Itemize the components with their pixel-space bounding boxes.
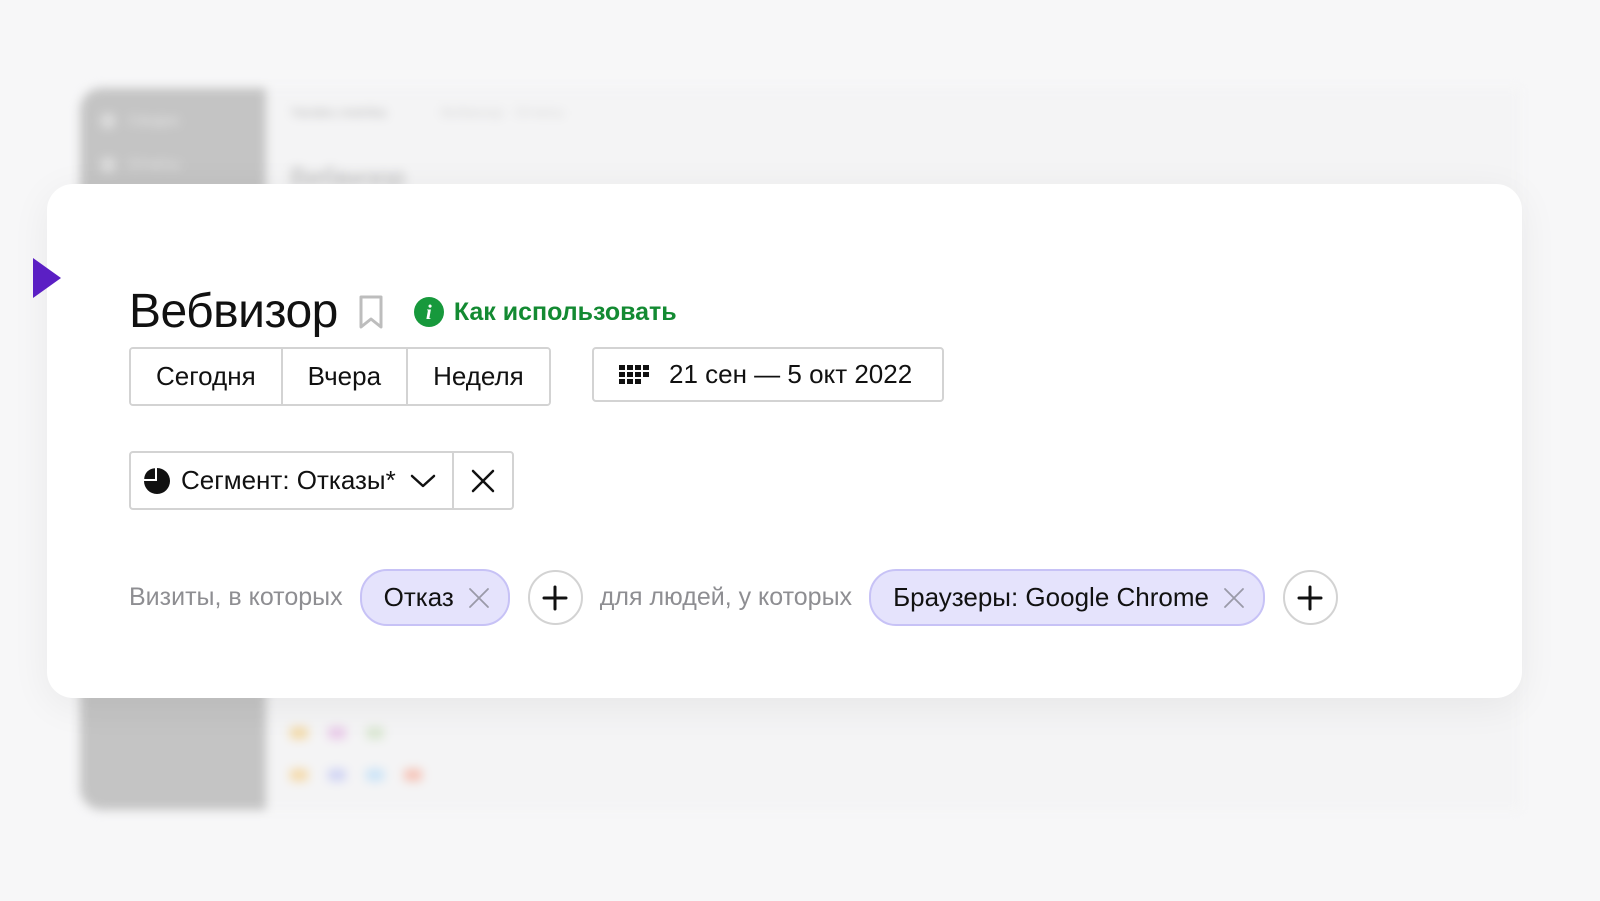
- filter-pill-bounce[interactable]: Отказ: [359, 569, 510, 626]
- bg-table-row: [290, 764, 1480, 786]
- webvisor-filter-card: Вебвизор i Как использовать Сегодня Вчер…: [33, 184, 1522, 698]
- how-to-use-label: Как использовать: [453, 297, 677, 326]
- bg-table-row: [290, 722, 1480, 744]
- people-condition-text: для людей, у которых: [599, 583, 853, 611]
- bg-sidebar-item: Сводка: [100, 112, 179, 129]
- filter-pill-browser[interactable]: Браузеры: Google Chrome: [869, 569, 1265, 626]
- date-range-label: 21 сен — 5 окт 2022: [669, 359, 913, 389]
- period-today-button[interactable]: Сегодня: [131, 349, 281, 404]
- filter-pill-label: Отказ: [383, 582, 454, 612]
- bg-counter: Yandex.metrika: [290, 104, 387, 120]
- segment-control: Сегмент: Отказы*: [129, 451, 514, 510]
- pointer-marker: [33, 258, 61, 298]
- info-icon: i: [413, 297, 444, 328]
- date-range-picker[interactable]: 21 сен — 5 окт 2022: [592, 347, 944, 402]
- segment-label: Сегмент: Отказы*: [181, 465, 396, 495]
- plus-icon: [1297, 585, 1323, 610]
- how-to-use-link[interactable]: i Как использовать: [413, 297, 677, 328]
- chevron-down-icon: [410, 474, 435, 487]
- calendar-icon: [619, 365, 649, 384]
- add-visit-condition-button[interactable]: [527, 570, 583, 625]
- filter-pill-label: Браузеры: Google Chrome: [893, 582, 1209, 612]
- add-people-condition-button[interactable]: [1282, 570, 1338, 625]
- bookmark-icon[interactable]: [358, 294, 384, 330]
- close-icon: [471, 469, 494, 492]
- period-yesterday-button[interactable]: Вчера: [280, 349, 407, 404]
- segment-filter-row: Визиты, в которых Отказ для людей, у кот…: [129, 569, 1338, 626]
- period-selector: Сегодня Вчера Неделя: [129, 347, 551, 406]
- segment-dropdown[interactable]: Сегмент: Отказы*: [131, 453, 452, 508]
- close-icon[interactable]: [1223, 587, 1245, 609]
- plus-icon: [542, 585, 568, 610]
- visits-condition-text: Визиты, в которых: [129, 583, 343, 611]
- period-week-button[interactable]: Неделя: [406, 349, 549, 404]
- bg-sidebar-item: Отчеты: [100, 156, 180, 173]
- bg-breadcrumb: Вебвизор · Отчеты: [441, 104, 564, 120]
- pie-chart-icon: [144, 467, 170, 494]
- segment-clear-button[interactable]: [451, 453, 512, 508]
- close-icon[interactable]: [468, 587, 490, 609]
- page-title: Вебвизор: [129, 285, 338, 339]
